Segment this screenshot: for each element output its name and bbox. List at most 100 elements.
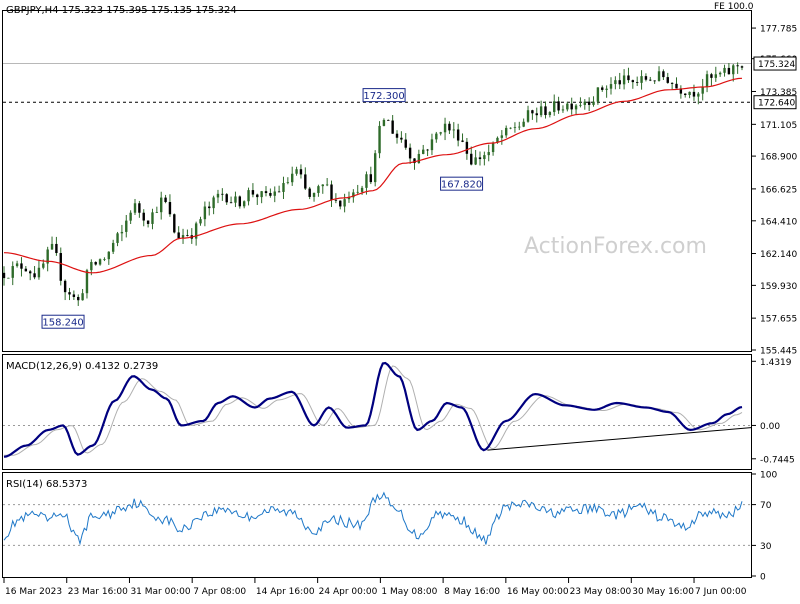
- candle-body: [666, 77, 669, 83]
- candle-body: [321, 184, 324, 187]
- candle-body: [85, 270, 89, 294]
- time-tick-label: 1 May 08:00: [381, 587, 437, 597]
- candle-body: [2, 272, 6, 279]
- candle-body: [234, 196, 237, 203]
- candle-body: [221, 193, 224, 195]
- candle-body: [186, 235, 189, 236]
- candle-body: [199, 219, 202, 224]
- time-tick-label: 23 Mar 16:00: [68, 587, 128, 597]
- macd-tick-label: -0.7445: [760, 455, 795, 465]
- candle-body: [107, 251, 111, 260]
- candle-body: [487, 152, 490, 156]
- candle-body: [360, 187, 364, 192]
- candle-body: [225, 194, 228, 203]
- candle-body: [212, 197, 215, 209]
- time-tick-label: 8 May 16:00: [444, 587, 500, 597]
- candle-body: [330, 184, 333, 200]
- candle-body: [339, 200, 342, 207]
- candle-body: [566, 103, 569, 110]
- candle-body: [452, 129, 455, 131]
- candle-body: [295, 169, 298, 174]
- price-tick-label: 159.930: [760, 282, 797, 292]
- candle-body: [596, 87, 600, 102]
- candle-body: [430, 139, 434, 151]
- candle-body: [59, 253, 62, 281]
- candle-body: [391, 120, 394, 134]
- candle-body: [81, 293, 84, 301]
- candle-body: [714, 74, 717, 78]
- candle-body: [579, 104, 582, 106]
- chart-canvas: ActionForex.com GBPJPY,H4 175.323 175.39…: [2, 2, 797, 597]
- rsi-tick-label: 100: [760, 471, 777, 481]
- candle-body: [574, 105, 578, 110]
- candle-body: [618, 80, 621, 85]
- candle-body: [247, 190, 250, 202]
- candle-body: [404, 139, 407, 148]
- price-panel-frame: [2, 10, 752, 352]
- rsi-panel-frame: [2, 472, 752, 578]
- candle-body: [605, 88, 608, 90]
- candle-body: [129, 212, 132, 221]
- candle-body: [587, 101, 591, 105]
- candle-body: [33, 273, 36, 278]
- macd-tick-label: 0.00: [760, 422, 780, 432]
- candle-body: [334, 199, 338, 201]
- candle-body: [544, 106, 547, 116]
- candle-body: [325, 184, 329, 186]
- candle-body: [216, 193, 220, 198]
- candle-body: [422, 149, 425, 154]
- candle-body: [142, 212, 145, 221]
- candle-body: [662, 71, 665, 78]
- candle-body: [63, 280, 67, 293]
- candle-body: [718, 72, 722, 75]
- candle-body: [133, 203, 137, 213]
- candle-body: [299, 169, 303, 175]
- candle-body: [77, 296, 80, 301]
- annotation-label: 172.300: [363, 91, 404, 102]
- candle-body: [561, 109, 565, 111]
- time-tick-label: 31 Mar 00:00: [130, 587, 190, 597]
- candle-body: [732, 65, 735, 75]
- candle-body: [684, 93, 687, 95]
- candle-body: [740, 66, 744, 68]
- candle-body: [448, 123, 451, 131]
- price-axis-box-label: 175.324: [758, 60, 795, 70]
- candle-body: [120, 231, 124, 234]
- candle-body: [269, 193, 272, 196]
- candle-body: [116, 233, 119, 243]
- candle-body: [11, 266, 14, 278]
- candle-body: [125, 220, 128, 232]
- candle-body: [500, 135, 504, 138]
- candle-body: [531, 110, 534, 114]
- candle-body: [177, 232, 180, 239]
- candle-body: [291, 173, 294, 183]
- candle-body: [103, 259, 106, 260]
- candle-body: [461, 140, 464, 142]
- candle-body: [705, 74, 709, 87]
- candle-body: [548, 112, 552, 116]
- candle-body: [72, 294, 76, 297]
- candle-body: [273, 191, 276, 196]
- candle-body: [426, 149, 429, 151]
- chart-window: ActionForex.com GBPJPY,H4 175.323 175.39…: [0, 0, 800, 600]
- candle-body: [443, 123, 447, 133]
- candle-body: [260, 191, 263, 198]
- candle-body: [94, 262, 97, 265]
- candle-body: [256, 194, 259, 198]
- price-tick-label: 162.140: [760, 250, 797, 260]
- time-tick-label: 23 May 08:00: [570, 587, 632, 597]
- candle-body: [470, 153, 473, 165]
- candle-body: [601, 87, 604, 90]
- candle-body: [168, 202, 172, 215]
- candle-body: [160, 197, 163, 213]
- price-tick-label: 155.445: [760, 347, 797, 357]
- candle-body: [282, 183, 285, 192]
- candle-body: [535, 113, 538, 116]
- candle-body: [635, 82, 639, 83]
- candle-body: [504, 127, 508, 136]
- candle-body: [55, 243, 58, 254]
- rsi-tick-label: 30: [760, 542, 772, 552]
- axes: 177.785175.660173.385171.105168.900166.6…: [3, 25, 797, 597]
- candle-body: [727, 67, 731, 75]
- candle-body: [417, 153, 421, 164]
